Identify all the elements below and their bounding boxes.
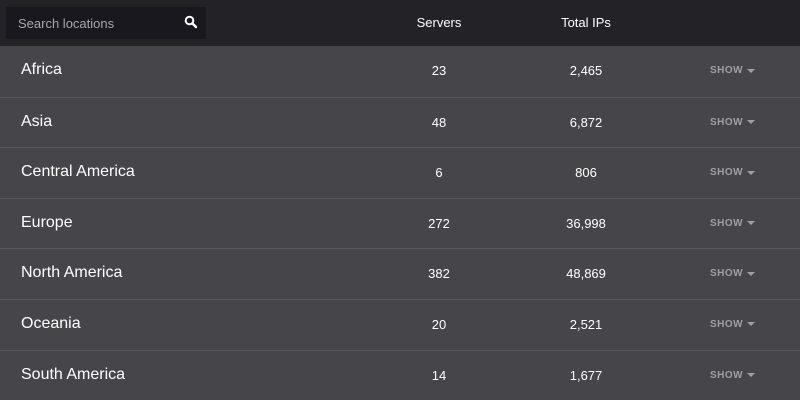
total-ips-count: 6,872: [569, 114, 603, 130]
show-button[interactable]: SHOW: [710, 318, 756, 330]
show-button[interactable]: SHOW: [710, 268, 756, 280]
total-ips-count: 2,521: [569, 316, 603, 332]
search-box[interactable]: [6, 7, 206, 39]
servers-count: 272: [428, 215, 450, 231]
show-label: SHOW: [710, 268, 744, 280]
caret-down-icon: [747, 221, 756, 226]
table-row: Africa 23 2,465 SHOW: [0, 46, 800, 97]
caret-down-icon: [747, 170, 756, 175]
show-label: SHOW: [710, 116, 744, 128]
show-label: SHOW: [710, 318, 744, 330]
servers-count: 48: [431, 114, 447, 130]
table-row: Asia 48 6,872 SHOW: [0, 96, 800, 148]
table-header: Servers Total IPs: [0, 0, 800, 46]
servers-count: 6: [435, 165, 443, 181]
total-ips-count: 806: [575, 165, 597, 181]
show-button[interactable]: SHOW: [710, 217, 756, 229]
caret-down-icon: [747, 271, 756, 276]
region-name: Europe: [21, 213, 73, 231]
servers-column-header: Servers: [416, 15, 462, 30]
show-label: SHOW: [710, 167, 744, 179]
caret-down-icon: [747, 322, 756, 327]
show-button[interactable]: SHOW: [710, 167, 756, 179]
caret-down-icon: [747, 373, 756, 378]
servers-count: 382: [428, 266, 450, 282]
total-ips-count: 48,869: [566, 266, 606, 282]
region-name: Central America: [21, 163, 135, 181]
table-row: North America 382 48,869 SHOW: [0, 248, 800, 299]
show-label: SHOW: [710, 369, 744, 381]
search-icon[interactable]: [184, 15, 198, 29]
table-row: Central America 6 806 SHOW: [0, 147, 800, 198]
region-name: Africa: [21, 61, 62, 78]
search-input[interactable]: [6, 15, 176, 31]
locations-table: Africa 23 2,465 SHOW Asia 48 6,872 SHOW Ce…: [0, 46, 800, 400]
show-button[interactable]: SHOW: [710, 116, 756, 128]
servers-count: 20: [431, 316, 447, 332]
total-ips-count: 2,465: [569, 63, 603, 78]
caret-down-icon: [747, 120, 756, 125]
table-row: Europe 272 36,998 SHOW: [0, 197, 800, 249]
total-ips-column-header: Total IPs: [561, 15, 611, 30]
show-label: SHOW: [710, 65, 744, 76]
region-name: Asia: [21, 112, 53, 130]
show-button[interactable]: SHOW: [710, 369, 756, 381]
servers-count: 14: [431, 367, 447, 383]
region-name: South America: [21, 365, 126, 383]
servers-count: 23: [431, 63, 447, 78]
table-row: South America 14 1,677 SHOW: [0, 349, 800, 400]
total-ips-count: 36,998: [566, 215, 606, 231]
region-name: North America: [21, 264, 123, 282]
show-button[interactable]: SHOW: [710, 65, 756, 76]
total-ips-count: 1,677: [569, 367, 603, 383]
table-row: Oceania 20 2,521 SHOW: [0, 298, 800, 350]
show-label: SHOW: [710, 217, 744, 229]
caret-down-icon: [747, 68, 756, 73]
region-name: Oceania: [21, 314, 81, 332]
